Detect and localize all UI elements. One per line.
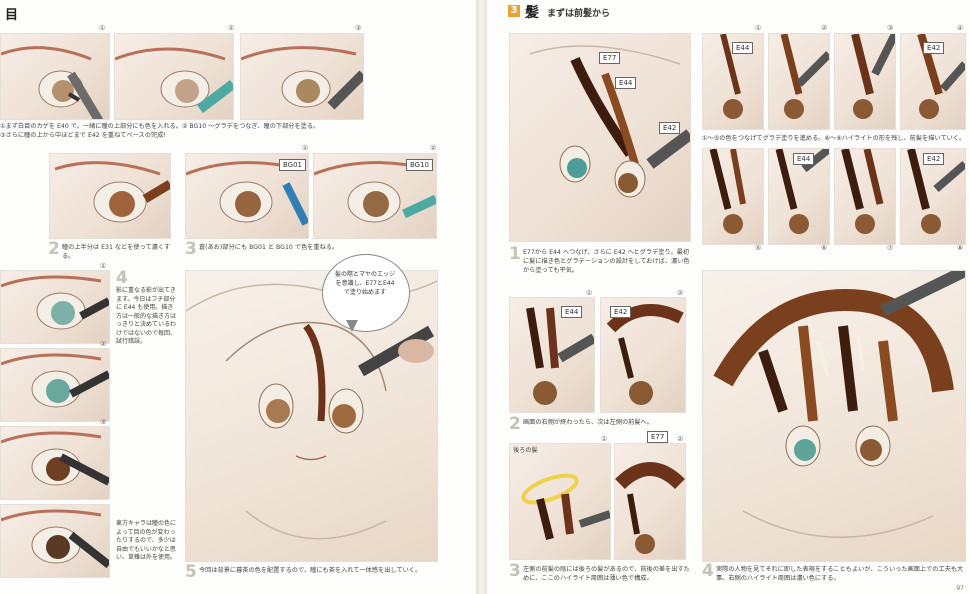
circled-number: ①: [100, 262, 107, 270]
eye-illustration: [1, 46, 104, 119]
hair-illustration: [709, 149, 746, 234]
marker-tag-e77: E77: [599, 52, 621, 64]
marker-tag-e77: E77: [647, 431, 669, 443]
photo-hair-step1: [509, 33, 691, 242]
circled-number: ⑧: [957, 244, 964, 252]
hair-illustration: [615, 462, 685, 554]
circled-number: ⑥: [821, 244, 828, 252]
page-number: 97: [956, 585, 964, 592]
circled-number: ②: [100, 340, 107, 348]
photo-eye-step2: [49, 153, 171, 239]
photo-eye-step4-2: [0, 348, 110, 422]
circled-number: ⑦: [887, 244, 894, 252]
eye-illustration: [1, 431, 109, 486]
circled-number: ①: [601, 435, 608, 443]
circled-number: ③: [887, 24, 894, 32]
right-page: 3 髪 まずは前髪から E77 E44 E42 1 E77から E44 へつなげ…: [487, 0, 970, 594]
photo-hair-step4: [702, 270, 966, 562]
circled-number: ④: [957, 24, 964, 32]
hair-illustration: [851, 34, 895, 119]
caption-step3: 蒼(あお)部分にも BG01 と BG10 で色を重ねる。: [199, 244, 339, 251]
circled-number: ②: [430, 144, 437, 152]
marker-tag-e44: E44: [732, 42, 754, 54]
circled-number: ③: [100, 418, 107, 426]
caption-step1b: ③さらに瞳の上から中ほどまで E42 を重ねてベースの完成!: [0, 132, 166, 139]
circled-number: ②: [677, 289, 684, 297]
eye-illustration: [1, 353, 109, 408]
photo-eye-step4-3: [0, 426, 110, 500]
step-number: 3: [185, 239, 197, 259]
back-hair-label: 後ろの髪: [513, 447, 538, 454]
marker-tag-e44: E44: [561, 306, 583, 318]
book-gutter: [476, 0, 487, 594]
side-note: 東方キャラは瞳の色によって目の色が変わったりするので、多少は自由でもいいかなと思…: [116, 520, 177, 561]
speech-bubble-tail: [346, 320, 358, 332]
circled-number: ①: [755, 24, 762, 32]
section-title: 髪: [525, 5, 539, 21]
eye-illustration: [115, 47, 233, 113]
section-badge: 3: [508, 5, 520, 17]
photo-hair-grid-5: [702, 148, 764, 245]
circled-number: ①: [99, 24, 106, 32]
circled-number: ③: [355, 24, 362, 32]
circled-number: ②: [677, 435, 684, 443]
photo-eye-step1-2: [114, 33, 234, 120]
marker-tag-e42: E42: [923, 42, 945, 54]
photo-eye-step1-1: [0, 33, 110, 120]
caption-step4: 影に重なる影が出てきます。今日はフチ部分に E44 も使用。描き方は一般的な描き…: [116, 287, 177, 345]
photo-hair-grid-7: [834, 148, 896, 245]
character-illustration: [529, 45, 690, 198]
photo-hair-step3-1: [509, 443, 611, 560]
marker-tag-e42: E42: [923, 153, 945, 165]
caption-step1: ①まず白目のカゲを E40 で。一緒に瞳の上部分にも色を入れる。② BG10 〜…: [0, 123, 320, 130]
eye-illustration: [1, 509, 109, 569]
circled-number: ①: [586, 289, 593, 297]
circled-number: ②: [821, 24, 828, 32]
marker-tag-e44: E44: [615, 77, 637, 89]
eye-illustration: [54, 161, 170, 223]
photo-hair-grid-3: [834, 33, 896, 130]
character-illustration: [713, 271, 965, 539]
step-number: 4: [702, 561, 714, 581]
left-page: 目 ① ② ③ ①まず白目のカゲを E40 で。一緒に瞳の上部分にも色を入れる。…: [0, 0, 476, 594]
caption-hair-step3: 左側の前髪の陰には後ろの髪があるので、前後の差を出すために、ここのハイライト周囲…: [523, 566, 690, 582]
photo-eye-step4-4: [0, 504, 110, 578]
section-subtitle: まずは前髪から: [547, 9, 611, 19]
hair-illustration: [841, 149, 884, 234]
photo-eye-step4-1: [0, 270, 110, 344]
photo-hair-grid-2: [768, 33, 830, 130]
caption-hair-step4: 実際の人物を見てそれに即した表現をすることもよいが、こういった画面上での工夫も大…: [716, 566, 964, 582]
marker-tag-bg01: BG01: [279, 159, 307, 171]
page-title-eyes: 目: [5, 8, 19, 23]
step-number: 5: [185, 562, 197, 582]
step-number: 2: [48, 239, 60, 259]
caption-hair-step2: 画面の右側が終わったら、次は左側の前髪へ。: [523, 419, 653, 426]
caption-hair-grid: ①〜⑤の色をつなげてグラデ塗りを進める。⑥〜⑧ハイライトの形を残し、前髪を描いて…: [702, 135, 966, 142]
marker-tag-e44: E44: [793, 153, 815, 165]
caption-hair-step1: E77から E44 へつなげ、さらに E42 へとグラデ塗り。最初に髪に描き色と…: [523, 249, 690, 274]
photo-eye-step1-3: [240, 33, 364, 120]
step-number: 3: [509, 561, 521, 581]
speech-bubble-text: 髪の際とマヤのエッジを意識し、E77とE44で塗り始めます: [334, 271, 395, 296]
marker-tag-bg10: BG10: [406, 159, 434, 171]
photo-hair-step3-2: [614, 443, 686, 560]
circled-number: ②: [228, 24, 235, 32]
step-number: 4: [116, 268, 128, 288]
hair-illustration: [780, 34, 829, 119]
eye-illustration: [1, 275, 109, 330]
caption-step2: 瞳の上半分は E31 などを使って濃くする。: [62, 244, 171, 260]
step-number: 1: [509, 244, 521, 264]
caption-step5: 今回は背景に暮茶の色を配置するので、瞳にも茶を入れて一体感を出していく。: [199, 567, 422, 574]
step-number: 2: [509, 414, 521, 434]
circled-number: ⑤: [755, 244, 762, 252]
circled-number: ①: [302, 144, 309, 152]
marker-tag-e42: E42: [659, 122, 681, 134]
hair-illustration: [521, 473, 610, 540]
eye-illustration: [241, 46, 363, 110]
marker-tag-e42: E42: [610, 306, 632, 318]
